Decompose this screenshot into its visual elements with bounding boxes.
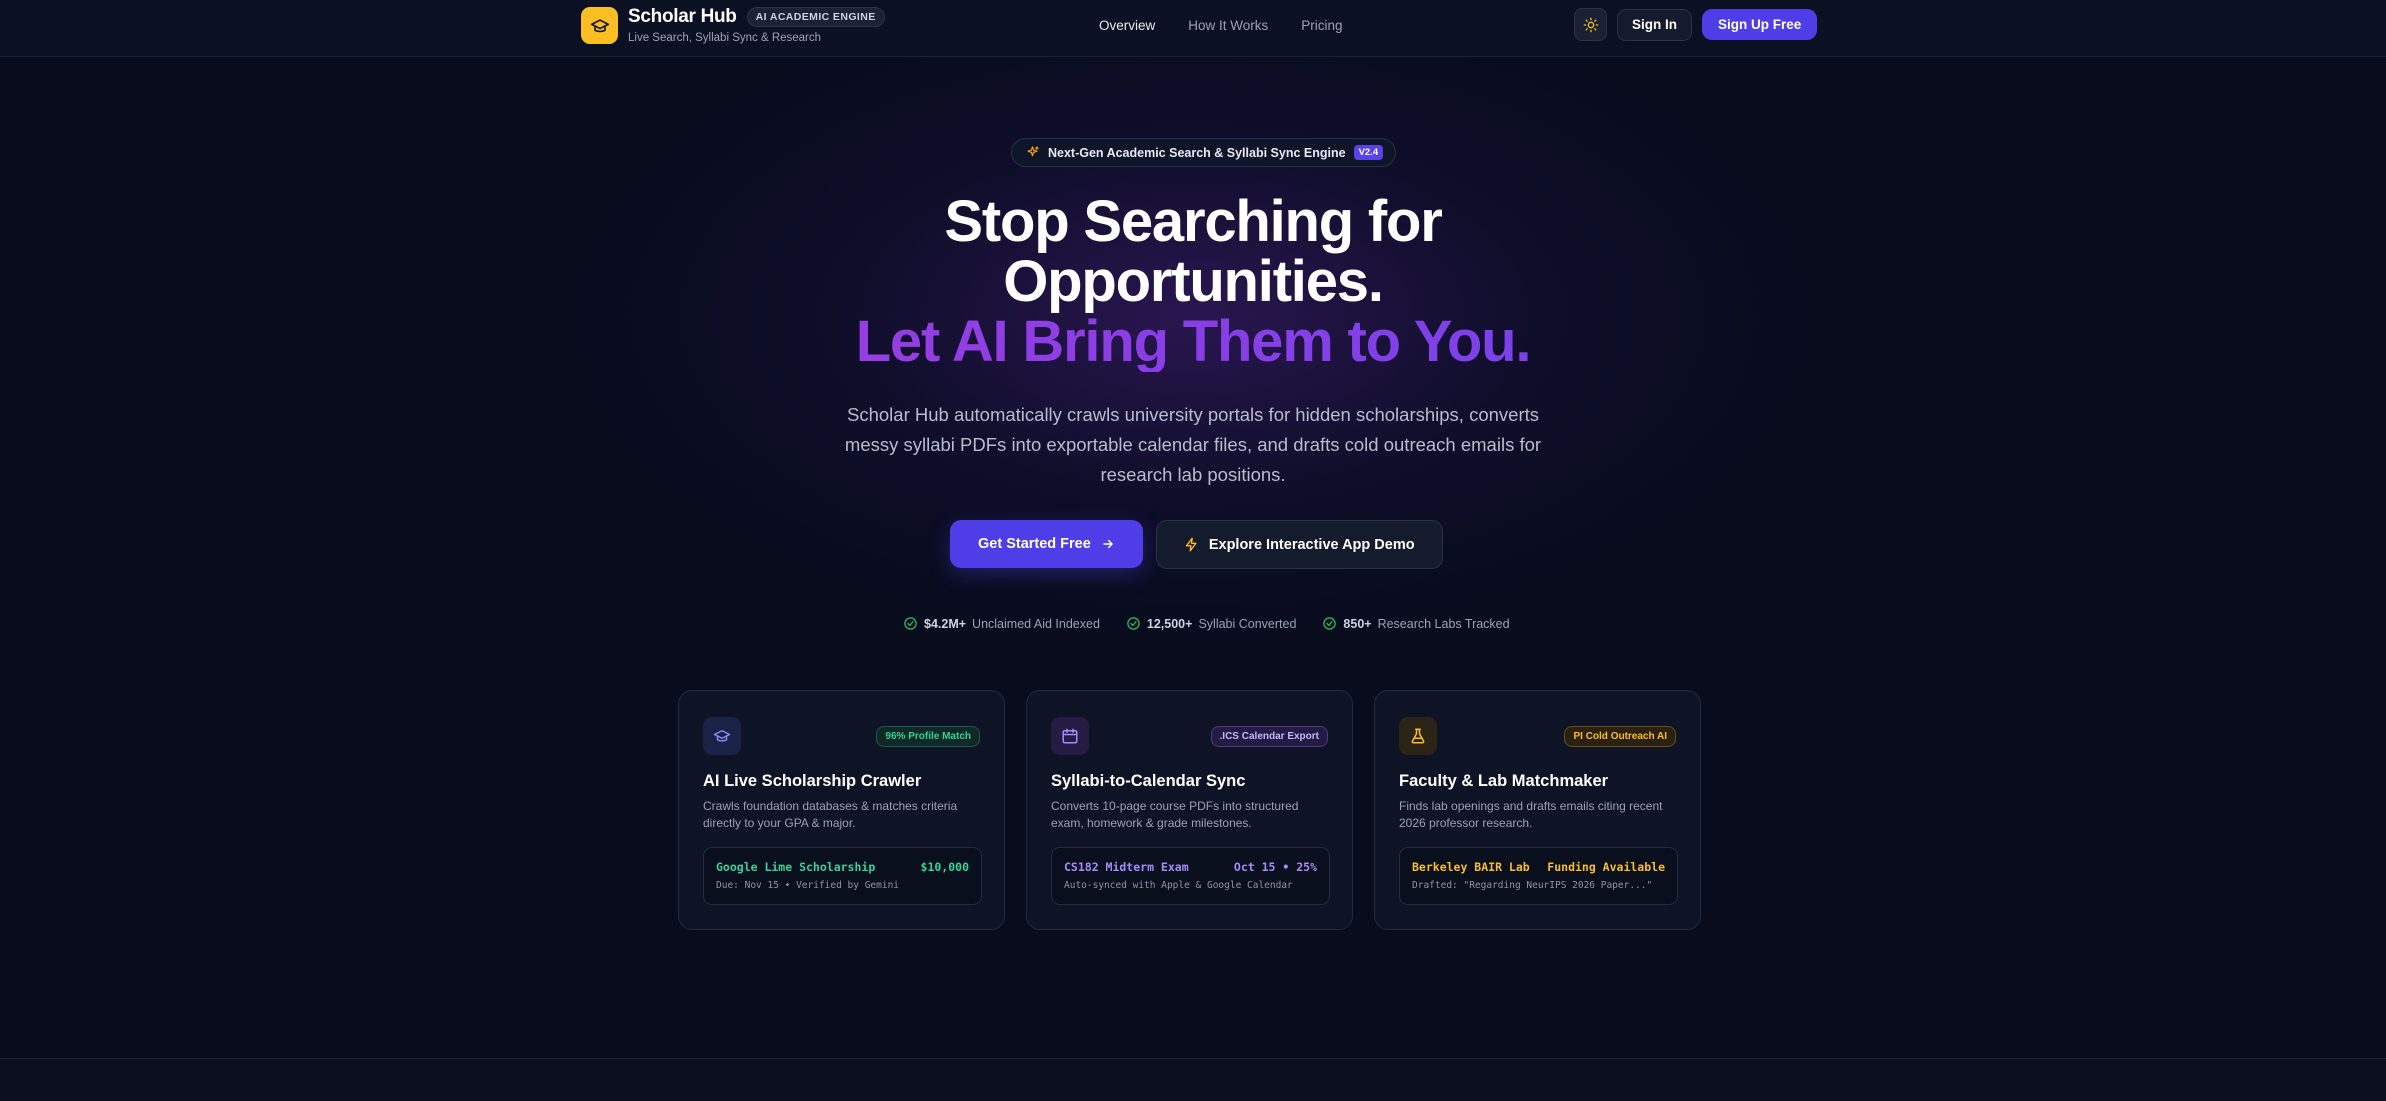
nav-links: Overview How It Works Pricing — [1099, 18, 1343, 33]
stat-value: $4.2M+ — [924, 616, 967, 631]
check-circle-icon — [904, 617, 917, 630]
nav-link-how-it-works[interactable]: How It Works — [1188, 18, 1268, 33]
nav-link-overview[interactable]: Overview — [1099, 18, 1155, 33]
feature-card-lab-matchmaker[interactable]: PI Cold Outreach AI Faculty & Lab Matchm… — [1374, 690, 1701, 930]
sun-icon — [1583, 17, 1598, 32]
footer-band — [0, 1059, 2386, 1101]
calendar-icon — [1051, 717, 1089, 755]
nav-actions: Sign In Sign Up Free — [1574, 8, 1818, 41]
explore-demo-label: Explore Interactive App Demo — [1208, 536, 1415, 553]
feature-cards: 96% Profile Match AI Live Scholarship Cr… — [678, 690, 1701, 930]
snippet-status: Funding Available — [1547, 860, 1665, 874]
get-started-label: Get Started Free — [978, 536, 1091, 552]
snippet-meta: Auto-synced with Apple & Google Calendar — [1064, 880, 1293, 891]
brand-tagline: Live Search, Syllabi Sync & Research — [628, 32, 822, 44]
snippet-meta: Drafted: "Regarding NeurIPS 2026 Paper..… — [1412, 880, 1653, 891]
snippet-title: Berkeley BAIR Lab — [1412, 860, 1530, 874]
hero-title: Stop Searching for Opportunities. Let AI… — [0, 192, 2386, 372]
card-title: Faculty & Lab Matchmaker — [1399, 772, 1609, 790]
card-snippet: Google Lime Scholarship $10,000 Due: Nov… — [703, 847, 982, 905]
graduation-cap-icon — [581, 7, 618, 44]
get-started-button[interactable]: Get Started Free — [950, 520, 1143, 568]
brand-name: Scholar Hub — [628, 6, 737, 27]
stat-label: Research Labs Tracked — [1377, 616, 1510, 631]
card-description: Crawls foundation databases & matches cr… — [703, 799, 958, 830]
feature-card-syllabi[interactable]: .ICS Calendar Export Syllabi-to-Calendar… — [1026, 690, 1353, 930]
card-title: Syllabi-to-Calendar Sync — [1051, 772, 1246, 790]
check-circle-icon — [1127, 617, 1140, 630]
snippet-amount: $10,000 — [920, 860, 969, 874]
cta-row: Get Started Free Explore Interactive App… — [950, 520, 1443, 569]
card-snippet: CS182 Midterm Exam Oct 15 • 25% Auto-syn… — [1051, 847, 1330, 905]
stat-label: Unclaimed Aid Indexed — [972, 616, 1100, 631]
nav-link-pricing[interactable]: Pricing — [1301, 18, 1342, 33]
arrow-right-icon — [1103, 539, 1113, 549]
snippet-title: CS182 Midterm Exam — [1064, 860, 1189, 874]
stat-item: 850+ Research Labs Tracked — [1322, 616, 1510, 631]
brand-badge: AI ACADEMIC ENGINE — [746, 7, 885, 27]
hero-title-highlight: Let AI Bring Them to You. — [0, 312, 2386, 372]
stat-label: Syllabi Converted — [1198, 616, 1297, 631]
snippet-meta: Due: Nov 15 • Verified by Gemini — [716, 880, 900, 891]
graduation-cap-icon — [703, 717, 741, 755]
match-badge: 96% Profile Match — [876, 725, 980, 747]
explore-demo-button[interactable]: Explore Interactive App Demo — [1155, 520, 1443, 569]
feature-card-scholarship[interactable]: 96% Profile Match AI Live Scholarship Cr… — [678, 690, 1005, 930]
brand[interactable]: Scholar Hub AI ACADEMIC ENGINE Live Sear… — [581, 6, 885, 44]
card-snippet: Berkeley BAIR Lab Funding Available Draf… — [1399, 847, 1678, 905]
lightning-icon — [1185, 537, 1197, 552]
stat-value: 850+ — [1343, 616, 1372, 631]
pill-text: Next-Gen Academic Search & Syllabi Sync … — [1048, 145, 1346, 160]
version-badge: V2.4 — [1353, 145, 1384, 160]
flask-icon — [1399, 717, 1437, 755]
export-badge: .ICS Calendar Export — [1210, 725, 1328, 747]
stat-value: 12,500+ — [1146, 616, 1193, 631]
hero-title-line-1: Stop Searching for — [944, 189, 1442, 254]
stat-item: 12,500+ Syllabi Converted — [1126, 616, 1297, 631]
sign-in-button[interactable]: Sign In — [1617, 8, 1692, 41]
snippet-title: Google Lime Scholarship — [716, 860, 876, 874]
outreach-badge: PI Cold Outreach AI — [1564, 725, 1676, 747]
stats-row: $4.2M+ Unclaimed Aid Indexed 12,500+ Syl… — [903, 616, 1510, 631]
hero-title-line-2: Opportunities. — [1003, 249, 1384, 314]
sparkles-icon — [1027, 146, 1039, 157]
check-circle-icon — [1323, 617, 1337, 630]
stat-item: $4.2M+ Unclaimed Aid Indexed — [903, 616, 1100, 631]
snippet-date: Oct 15 • 25% — [1233, 860, 1317, 874]
version-pill: Next-Gen Academic Search & Syllabi Sync … — [1011, 138, 1397, 167]
hero-subtitle: Scholar Hub automatically crawls univers… — [844, 404, 1542, 485]
card-description: Converts 10-page course PDFs into struct… — [1051, 799, 1299, 830]
card-description: Finds lab openings and drafts emails cit… — [1399, 799, 1663, 830]
theme-toggle-button[interactable] — [1574, 8, 1607, 41]
sign-up-button[interactable]: Sign Up Free — [1702, 9, 1818, 40]
top-navbar: Scholar Hub AI ACADEMIC ENGINE Live Sear… — [0, 0, 2386, 57]
card-title: AI Live Scholarship Crawler — [703, 772, 922, 790]
